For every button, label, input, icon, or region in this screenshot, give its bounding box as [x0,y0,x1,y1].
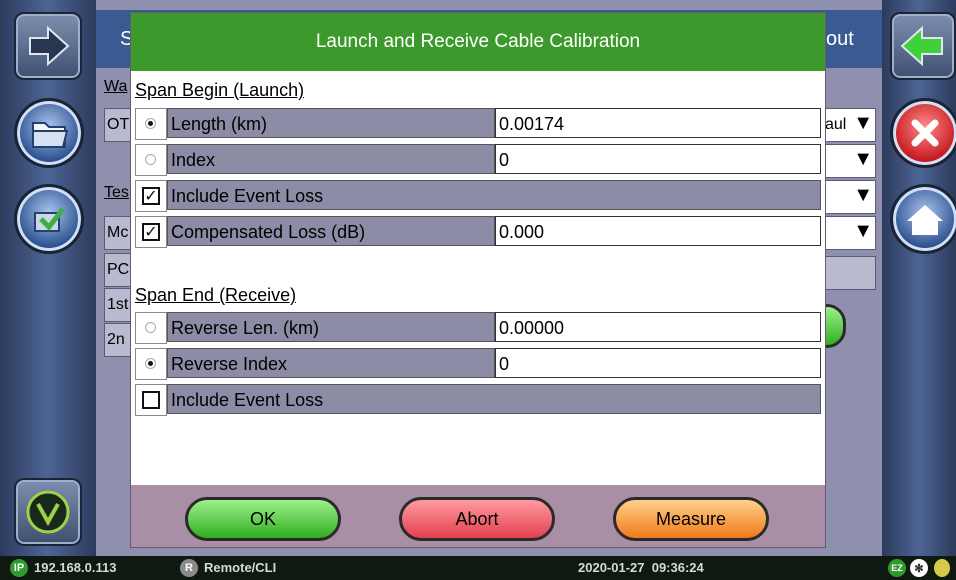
bg-cell-mc: Mc [104,216,132,250]
compensated-loss-label: Compensated Loss (dB) [167,216,495,246]
home-button[interactable] [890,184,956,254]
include-event-loss-receive-checkbox[interactable] [135,384,167,416]
radio-unselected-icon [145,322,156,333]
radio-selected-icon [145,118,156,129]
dialog-title: Launch and Receive Cable Calibration [131,13,825,71]
dialog-body: Span Begin (Launch) Length (km) 0.00174 … [131,71,825,485]
close-icon [911,119,939,147]
reverse-length-label: Reverse Len. (km) [167,312,495,342]
reverse-index-row: Reverse Index 0 [135,348,823,380]
length-radio[interactable] [135,108,167,140]
status-bar: IP 192.168.0.113 R Remote/CLI 2020-01-27… [0,556,956,580]
bluetooth-icon: ✻ [910,559,928,577]
unchecked-box-icon [142,391,160,409]
reverse-index-label: Reverse Index [167,348,495,378]
span-end-heading: Span End (Receive) [135,285,297,305]
forward-button[interactable] [14,12,82,80]
remote-label: Remote/CLI [204,560,277,575]
bg-field-5 [824,256,876,290]
ip-address: 192.168.0.113 [34,560,117,575]
chevron-down-icon: ▼ [853,184,873,206]
save-button[interactable] [14,184,84,254]
battery-icon [934,559,950,577]
reverse-index-input[interactable]: 0 [495,348,821,378]
reverse-length-radio[interactable] [135,312,167,344]
arrow-right-icon [29,25,70,67]
compensated-loss-row: ✓ Compensated Loss (dB) 0.000 [135,216,823,248]
checkmark-icon: ✓ [142,187,160,205]
open-folder-button[interactable] [14,98,84,168]
bg-label-wa: Wa [104,78,128,95]
chevron-down-icon: ▼ [853,220,873,242]
bg-dropdown-3[interactable]: ▼ [824,180,876,214]
span-begin-heading: Span Begin (Launch) [135,80,305,100]
length-row: Length (km) 0.00174 [135,108,823,140]
bg-dropdown-2[interactable]: ▼ [824,144,876,178]
index-row: Index 0 [135,144,823,176]
radio-selected-icon [145,358,156,369]
include-event-loss-launch-label: Include Event Loss [167,180,821,210]
arrow-left-icon [900,25,943,67]
ez-badge-icon: EZ [888,559,906,577]
left-sidebar [0,0,96,556]
compensated-loss-checkbox[interactable]: ✓ [135,216,167,248]
include-event-loss-receive-label: Include Event Loss [167,384,821,414]
bg-cell-ot: OT [104,108,132,142]
bg-cell-pc: PC [104,253,132,287]
reverse-length-input[interactable]: 0.00000 [495,312,821,342]
remote-badge-icon: R [180,559,198,577]
bg-label-tes: Tes [104,184,129,201]
include-event-loss-launch-row: ✓ Include Event Loss [135,180,823,212]
measure-button[interactable]: Measure [613,497,769,541]
save-check-icon [34,207,65,232]
length-label: Length (km) [167,108,495,138]
right-sidebar [882,0,956,556]
bg-dropdown-1[interactable]: aul ▼ [824,108,876,142]
back-button[interactable] [890,12,956,80]
length-input[interactable]: 0.00174 [495,108,821,138]
include-event-loss-receive-row: Include Event Loss [135,384,823,416]
vepal-logo-icon [26,490,70,534]
abort-button[interactable]: Abort [399,497,555,541]
bg-cell-2n: 2n [104,323,132,357]
calibration-dialog: Launch and Receive Cable Calibration Spa… [130,12,826,548]
vepal-logo-button[interactable] [14,478,82,546]
chevron-down-icon: ▼ [853,148,873,170]
bg-title-right: out [826,28,854,50]
index-radio[interactable] [135,144,167,176]
ok-button[interactable]: OK [185,497,341,541]
reverse-index-radio[interactable] [135,348,167,380]
folder-icon [32,122,69,148]
ip-badge-icon: IP [10,559,28,577]
checkmark-icon: ✓ [142,223,160,241]
radio-unselected-icon [145,154,156,165]
index-input[interactable]: 0 [495,144,821,174]
datetime: 2020-01-27 09:36:24 [578,560,704,575]
index-label: Index [167,144,495,174]
bg-dropdown-4[interactable]: ▼ [824,216,876,250]
chevron-down-icon: ▼ [853,112,873,134]
home-icon [907,205,943,235]
include-event-loss-launch-checkbox[interactable]: ✓ [135,180,167,212]
bg-cell-1st: 1st [104,288,132,322]
compensated-loss-input[interactable]: 0.000 [495,216,821,246]
reverse-length-row: Reverse Len. (km) 0.00000 [135,312,823,344]
close-button[interactable] [890,98,956,168]
